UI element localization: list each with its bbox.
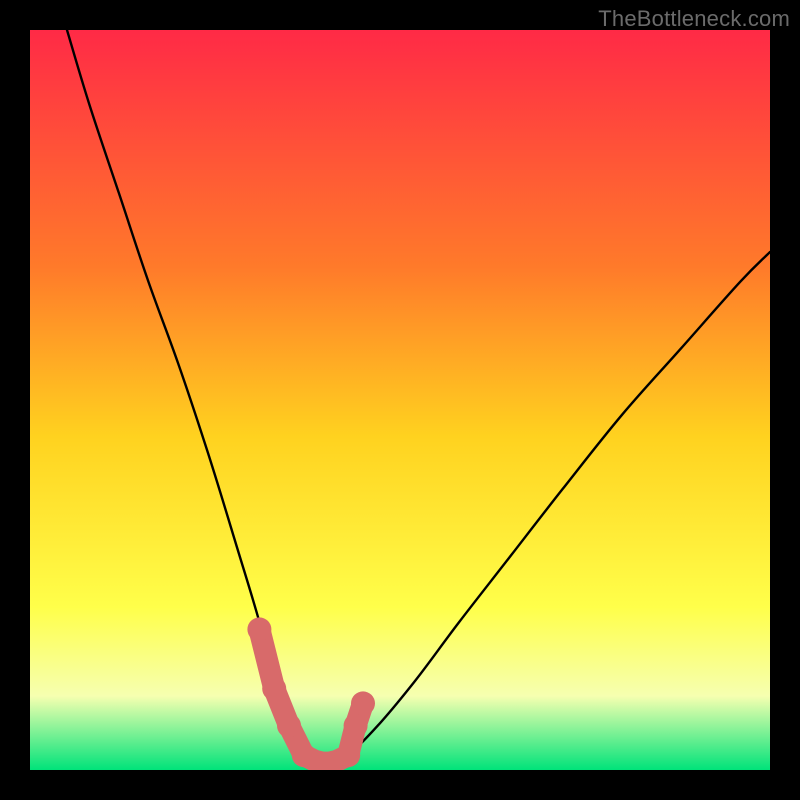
marker-dot [351,691,375,715]
watermark-text: TheBottleneck.com [598,6,790,32]
marker-dot [277,714,301,738]
plot-area [30,30,770,770]
marker-dot [247,617,271,641]
marker-dot [336,743,360,767]
marker-dot [344,714,368,738]
chart-frame: TheBottleneck.com [0,0,800,800]
gradient-background [30,30,770,770]
marker-dot [262,677,286,701]
bottleneck-chart [30,30,770,770]
